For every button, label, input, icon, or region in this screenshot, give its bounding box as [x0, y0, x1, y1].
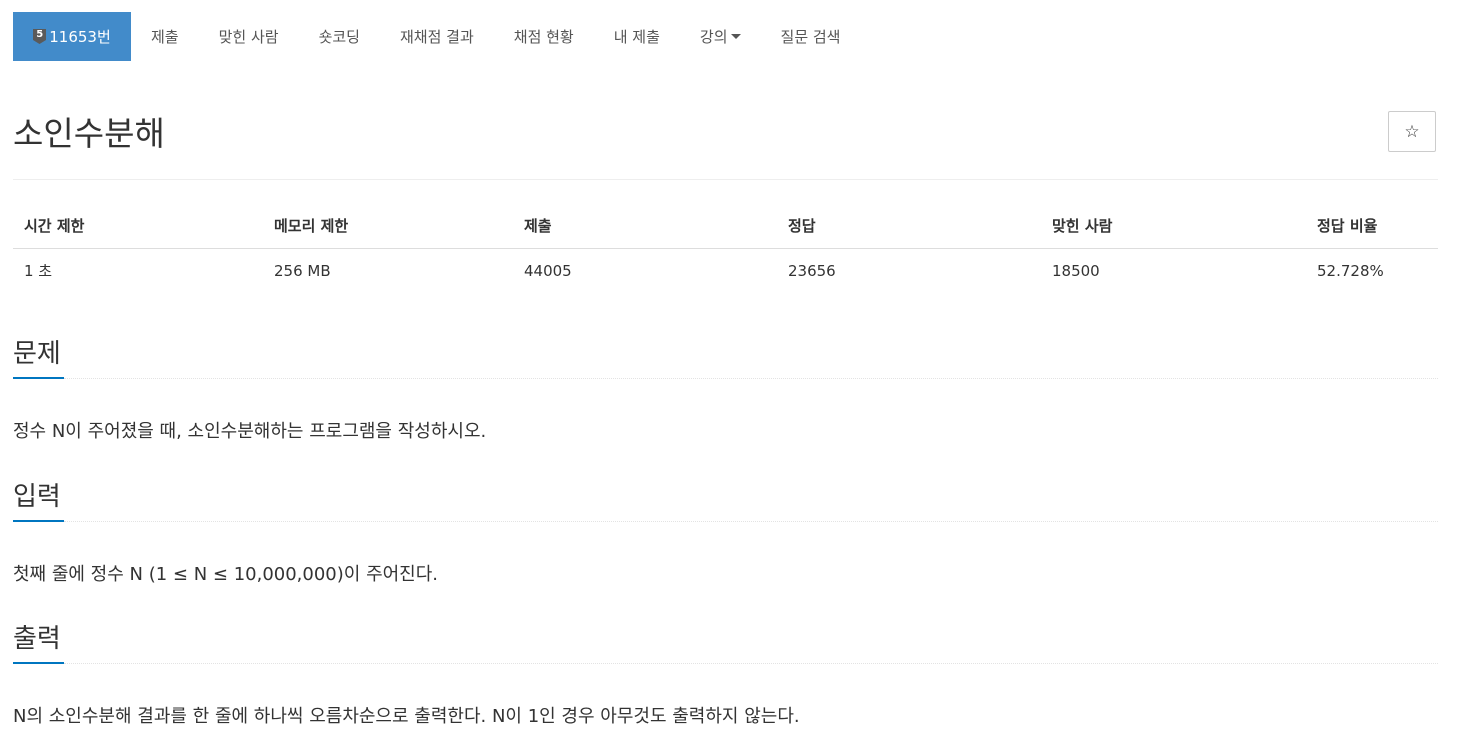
input-text: 첫째 줄에 정수 N (1 ≤ N ≤ 10,000,000)이 주어진다. — [13, 564, 439, 585]
problem-info-table: 시간 제한 메모리 제한 제출 정답 맞힌 사람 정답 비율 1 초 256 M… — [13, 203, 1438, 292]
tab-problem[interactable]: 5 11653번 — [13, 12, 131, 61]
value-accept-ratio: 52.728% — [1317, 261, 1384, 280]
tab-lectures-label: 강의 — [699, 28, 728, 46]
value-submissions: 44005 — [524, 261, 572, 280]
problem-page: 5 11653번 제출 맞힌 사람 숏코딩 재채점 결과 채점 현황 내 제출 … — [0, 0, 1462, 753]
header-accepted: 정답 — [777, 203, 1041, 249]
tier-number: 5 — [36, 29, 44, 40]
header-submissions: 제출 — [513, 203, 777, 249]
title-divider — [13, 179, 1438, 180]
value-accepted: 23656 — [788, 261, 836, 280]
table-header-row: 시간 제한 메모리 제한 제출 정답 맞힌 사람 정답 비율 — [13, 203, 1438, 249]
tab-rejudge-results[interactable]: 재채점 결과 — [380, 12, 494, 61]
header-memory-limit: 메모리 제한 — [263, 203, 513, 249]
problem-nav: 5 11653번 제출 맞힌 사람 숏코딩 재채점 결과 채점 현황 내 제출 … — [13, 12, 860, 61]
star-icon: ☆ — [1404, 121, 1420, 142]
tier-badge-icon: 5 — [33, 29, 47, 44]
description-text: 정수 N이 주어졌을 때, 소인수분해하는 프로그램을 작성하시오. — [13, 421, 487, 442]
section-heading-input: 입력 — [13, 482, 61, 512]
section-heading-description: 문제 — [13, 339, 61, 369]
section-heading-output: 출력 — [13, 624, 61, 654]
tab-my-submissions[interactable]: 내 제출 — [594, 12, 680, 61]
tab-submit[interactable]: 제출 — [131, 12, 199, 61]
header-solvers: 맞힌 사람 — [1041, 203, 1306, 249]
section-underline — [13, 662, 64, 664]
tab-question-search[interactable]: 질문 검색 — [761, 12, 861, 61]
tab-accepted-users[interactable]: 맞힌 사람 — [199, 12, 299, 61]
table-row: 1 초 256 MB 44005 23656 18500 52.728% — [13, 249, 1438, 293]
header-time-limit: 시간 제한 — [13, 203, 263, 249]
page-title: 소인수분해 — [13, 114, 165, 153]
section-divider — [64, 378, 1438, 380]
problem-number: 11653번 — [49, 28, 111, 46]
output-text: N의 소인수분해 결과를 한 줄에 하나씩 오름차순으로 출력한다. N이 1인… — [13, 706, 800, 727]
tab-status[interactable]: 채점 현황 — [494, 12, 594, 61]
section-divider — [64, 521, 1438, 523]
caret-down-icon — [730, 34, 741, 39]
value-time-limit: 1 초 — [24, 262, 53, 280]
value-solvers: 18500 — [1052, 261, 1100, 280]
value-memory-limit: 256 MB — [274, 261, 331, 280]
section-divider — [64, 663, 1438, 665]
star-button[interactable]: ☆ — [1388, 111, 1436, 152]
tab-lectures-dropdown[interactable]: 강의 — [680, 12, 761, 61]
header-accept-ratio: 정답 비율 — [1306, 203, 1438, 249]
tab-short-coding[interactable]: 숏코딩 — [299, 12, 380, 61]
section-underline — [13, 520, 64, 522]
section-underline — [13, 377, 64, 379]
